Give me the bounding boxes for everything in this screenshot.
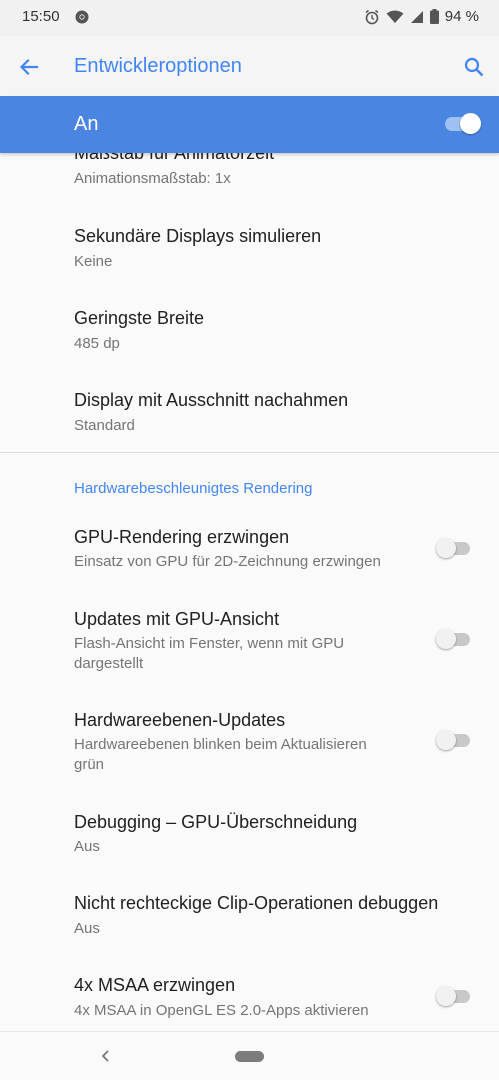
list-item-smallest-width[interactable]: Geringste Breite 485 dp (0, 287, 499, 367)
item-title: Debugging – GPU-Überschneidung (74, 812, 358, 832)
home-pill-button[interactable] (235, 1051, 264, 1062)
item-summary: Animationsmaßstab: 1x (74, 170, 231, 187)
status-icons: 94 % (364, 8, 479, 25)
item-summary: Aus (74, 838, 100, 855)
item-title: Hardwareebenen-Updates (74, 710, 286, 730)
list-item-secondary-displays[interactable]: Sekundäre Displays simulieren Keine (0, 205, 499, 285)
toggle-thumb (436, 538, 456, 558)
item-title: 4x MSAA erzwingen (74, 975, 236, 995)
list-item-force-4x-msaa[interactable]: 4x MSAA erzwingen 4x MSAA in OpenGL ES 2… (0, 955, 499, 1031)
item-title: Nicht rechteckige Clip-Operationen debug… (74, 893, 439, 913)
status-bar: 15:50 94 % (0, 0, 499, 36)
master-switch-label: An (74, 113, 99, 135)
item-summary: 485 dp (74, 335, 120, 352)
item-title: Updates mit GPU-Ansicht (74, 609, 280, 629)
status-time: 15:50 (22, 8, 60, 25)
search-icon[interactable] (459, 52, 489, 82)
item-title: GPU-Rendering erzwingen (74, 527, 290, 547)
item-summary: Standard (74, 417, 135, 434)
battery-percent: 94 % (444, 8, 479, 25)
toggle-switch[interactable] (436, 986, 472, 1006)
settings-list: Maßstab für Animatorzeit Animationsmaßst… (0, 153, 499, 1031)
toggle-thumb (436, 730, 456, 750)
wifi-icon (386, 10, 404, 23)
section-divider (0, 452, 499, 453)
list-item-gpu-view-updates[interactable]: Updates mit GPU-Ansicht Flash-Ansicht im… (0, 587, 499, 687)
item-summary: Keine (74, 253, 113, 270)
arrow-back-icon[interactable] (14, 52, 44, 82)
list-item-animator-scale[interactable]: Maßstab für Animatorzeit Animationsmaßst… (0, 153, 499, 194)
list-item-non-rect-clip[interactable]: Nicht rechteckige Clip-Operationen debug… (0, 873, 499, 953)
alarm-icon (365, 9, 379, 24)
master-toggle[interactable] (443, 112, 481, 136)
item-title: Geringste Breite (74, 308, 205, 328)
item-summary: 4x MSAA in OpenGL ES 2.0-Apps aktivieren (74, 1002, 369, 1019)
master-switch-bar[interactable]: An (0, 96, 499, 153)
item-summary: Einsatz von GPU für 2D-Zeichnung erzwing… (74, 553, 381, 570)
toolbar: Entwickleroptionen (0, 36, 499, 96)
list-item-hardware-layer-updates[interactable]: Hardwareebenen-Updates Hardwareebenen bl… (0, 689, 499, 789)
signal-icon (410, 10, 423, 23)
toggle-switch[interactable] (436, 730, 472, 750)
item-summary: Flash-Ansicht im Fenster, wenn mit GPU d… (74, 635, 345, 672)
list-item-gpu-overdraw[interactable]: Debugging – GPU-Überschneidung Aus (0, 791, 499, 871)
list-item-force-gpu-rendering[interactable]: GPU-Rendering erzwingen Einsatz von GPU … (0, 505, 499, 585)
toggle-switch[interactable] (436, 629, 472, 649)
page-title: Entwickleroptionen (74, 55, 242, 77)
item-summary: Hardwareebenen blinken beim Aktualisiere… (74, 736, 367, 773)
toggle-switch[interactable] (436, 538, 472, 558)
toggle-thumb (436, 986, 456, 1006)
section-header: Hardwarebeschleunigtes Rendering (74, 480, 313, 497)
item-summary: Aus (74, 920, 100, 937)
list-item-display-cutout[interactable]: Display mit Ausschnitt nachahmen Standar… (0, 369, 499, 449)
item-title: Display mit Ausschnitt nachahmen (74, 390, 349, 410)
item-title: Maßstab für Animatorzeit (74, 153, 275, 163)
toggle-thumb (436, 629, 456, 649)
chrome-icon (75, 10, 89, 24)
navigation-bar (0, 1031, 499, 1080)
master-toggle-thumb (460, 113, 481, 134)
item-title: Sekundäre Displays simulieren (74, 226, 322, 246)
screen: 15:50 94 % Entwickleroptionen An Maßstab… (0, 0, 499, 1080)
battery-icon (429, 9, 439, 24)
nav-back-icon[interactable] (99, 1048, 113, 1064)
